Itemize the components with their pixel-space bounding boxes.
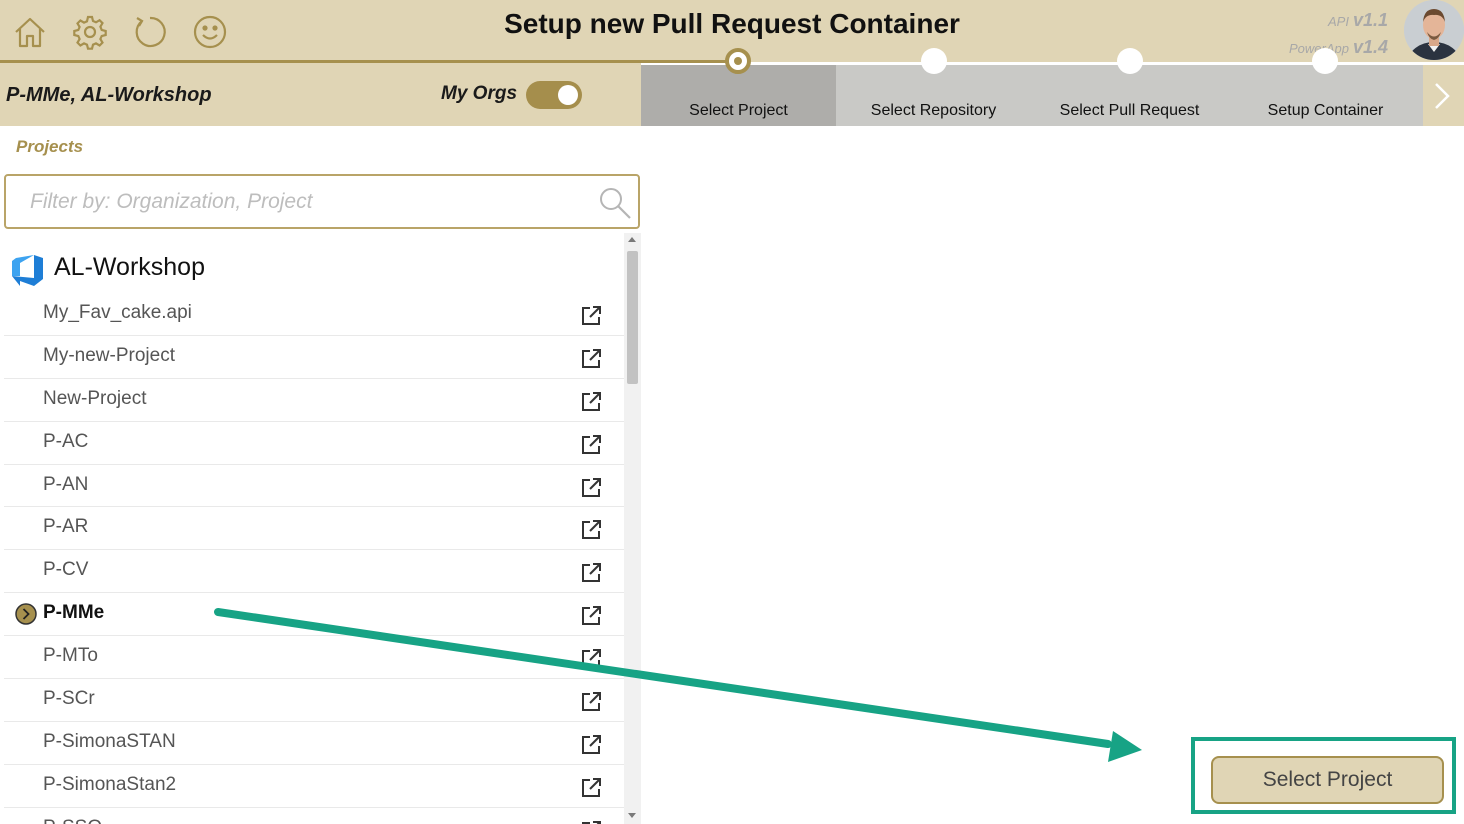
open-external-icon[interactable]	[580, 477, 602, 499]
open-external-icon[interactable]	[580, 734, 602, 756]
step-setup-container[interactable]: Setup Container	[1228, 102, 1423, 120]
project-list-scrollbar[interactable]	[624, 233, 641, 824]
context-bar: P-MMe, AL-Workshop My Orgs	[0, 63, 641, 126]
step-select-project[interactable]: Select Project	[641, 102, 836, 120]
project-name: P-SimonaStan2	[43, 773, 177, 795]
project-name: My_Fav_cake.api	[43, 302, 192, 323]
project-row[interactable]: My_Fav_cake.api	[4, 293, 624, 336]
project-name: P-AC	[43, 430, 89, 452]
open-external-icon[interactable]	[580, 519, 602, 541]
azure-devops-icon	[12, 255, 43, 286]
step-select-repository[interactable]: Select Repository	[836, 102, 1031, 120]
open-external-icon[interactable]	[580, 691, 602, 713]
scroll-down-arrow-icon[interactable]	[628, 813, 636, 818]
project-filter-input[interactable]	[30, 188, 570, 216]
project-list: AL-Workshop My_Fav_cake.api My-new-Projec…	[0, 233, 641, 824]
step-select-pull-request[interactable]: Select Pull Request	[1032, 102, 1227, 120]
open-external-icon[interactable]	[580, 648, 602, 670]
project-row[interactable]: P-MMe	[4, 593, 624, 637]
project-rows: My_Fav_cake.api My-new-Project New-Project…	[4, 293, 624, 824]
open-external-icon[interactable]	[580, 777, 602, 799]
select-project-button[interactable]: Select Project	[1211, 756, 1444, 804]
step-dot-setup-container	[1312, 48, 1338, 74]
breadcrumb: P-MMe, AL-Workshop	[6, 84, 212, 106]
toggle-knob	[558, 85, 578, 105]
selected-chevron-icon	[15, 603, 37, 625]
project-name: P-AN	[43, 473, 89, 495]
api-version: API v1.1	[1327, 10, 1388, 30]
scrollbar-thumb[interactable]	[627, 251, 638, 384]
project-name: P-MMe	[43, 602, 105, 624]
project-name: P-AR	[43, 516, 89, 538]
project-name: P-SSO	[43, 817, 102, 824]
project-filter	[4, 174, 640, 229]
project-name: My-new-Project	[43, 344, 175, 366]
app-version: PowerAppv1.4	[1289, 37, 1388, 57]
user-avatar[interactable]	[1404, 0, 1464, 60]
project-row[interactable]: P-CV	[4, 550, 624, 594]
project-name: P-SCr	[43, 688, 95, 710]
open-external-icon[interactable]	[580, 562, 602, 584]
page-title: Setup new Pull Request Container	[504, 8, 960, 39]
my-orgs-label: My Orgs	[441, 83, 518, 104]
open-external-icon[interactable]	[580, 434, 602, 456]
project-row[interactable]: P-SCr	[4, 679, 624, 722]
projects-section-label: Projects	[16, 137, 84, 156]
project-row[interactable]: P-AR	[4, 507, 624, 551]
open-external-icon[interactable]	[580, 305, 602, 327]
project-row[interactable]: P-MTo	[4, 636, 624, 680]
open-external-icon[interactable]	[580, 391, 602, 413]
project-name: P-CV	[43, 559, 89, 581]
my-orgs-toggle[interactable]	[526, 81, 582, 109]
open-external-icon[interactable]	[580, 605, 602, 627]
search-icon[interactable]	[598, 186, 632, 220]
open-external-icon[interactable]	[580, 820, 602, 824]
chevron-right-icon	[1435, 83, 1450, 109]
next-step-button[interactable]	[1423, 65, 1464, 126]
project-row[interactable]: P-SimonaSTAN	[4, 722, 624, 765]
project-row[interactable]: New-Project	[4, 379, 624, 422]
scroll-up-arrow-icon[interactable]	[628, 237, 636, 242]
step-dot-select-project	[725, 48, 751, 74]
project-row[interactable]: P-AC	[4, 422, 624, 465]
step-dot-select-pull-request	[1117, 48, 1143, 74]
project-row[interactable]: P-SimonaStan2	[4, 765, 624, 808]
project-name: P-MTo	[43, 645, 98, 667]
project-name: New-Project	[43, 387, 147, 409]
project-row[interactable]: My-new-Project	[4, 336, 624, 379]
open-external-icon[interactable]	[580, 348, 602, 370]
step-dot-select-repository	[921, 48, 947, 74]
project-row[interactable]: P-SSO	[4, 808, 624, 824]
project-name: P-SimonaSTAN	[43, 730, 176, 752]
project-row[interactable]: P-AN	[4, 465, 624, 508]
organization-name: AL-Workshop	[54, 253, 205, 281]
